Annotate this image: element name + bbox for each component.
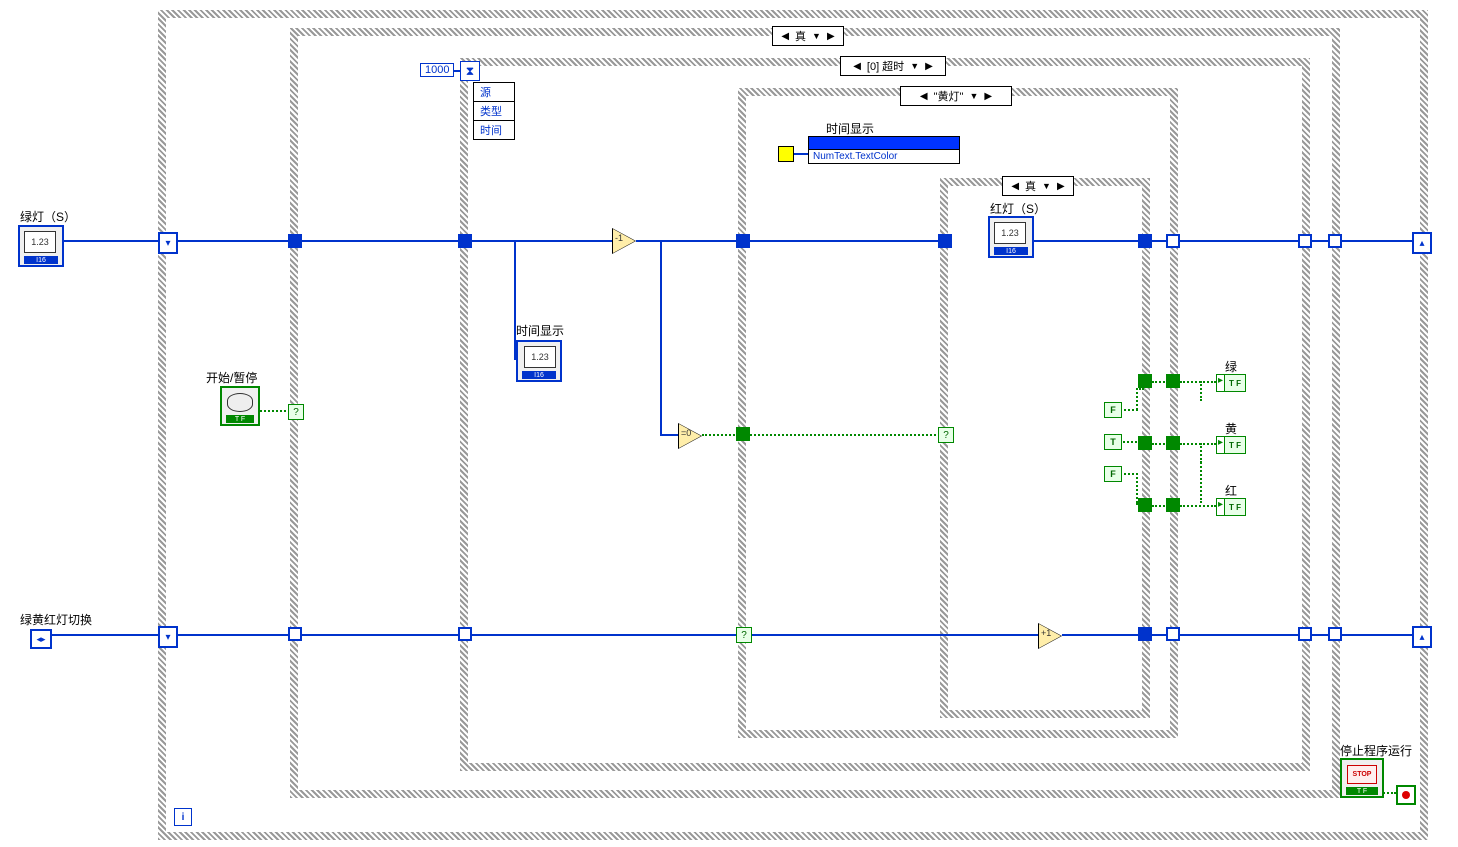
- label-stop: 停止程序运行: [1340, 742, 1412, 759]
- constant-1000: 1000: [420, 63, 454, 77]
- control-switch-terminal[interactable]: ◂▸: [30, 629, 52, 649]
- control-start-pause[interactable]: T F: [220, 386, 260, 426]
- indicator-green[interactable]: T F: [1216, 374, 1246, 392]
- property-numtext-textcolor: NumText.TextColor: [809, 149, 959, 163]
- shift-reg-top-left: ▾: [158, 232, 178, 254]
- event-data-row-source: 源: [474, 83, 514, 102]
- label-time-display-prop: 时间显示: [826, 120, 874, 137]
- case-string-selector-text: "黄灯": [934, 88, 964, 104]
- case-inner-selector[interactable]: ◀真▼▶: [1002, 176, 1074, 196]
- selector-terminal-outer: ?: [288, 404, 304, 420]
- tunnel-string-top-l: [736, 234, 750, 248]
- tunnel-inner-top-r: [1138, 234, 1152, 248]
- tunnel-string-bool-1: [1166, 374, 1180, 388]
- label-yellow-ind: 黄: [1225, 420, 1237, 437]
- case-outer-selector[interactable]: ◀真▼▶: [772, 26, 844, 46]
- tunnel-outer-top-r: [1328, 234, 1342, 248]
- decrement-text: -1: [615, 233, 623, 243]
- event-selector-text: [0] 超时: [867, 58, 904, 74]
- indicator-yellow[interactable]: T F: [1216, 436, 1246, 454]
- tunnel-string-bool-2: [1166, 436, 1180, 450]
- tunnel-event-bot-l: [458, 627, 472, 641]
- property-node: NumText.TextColor: [808, 136, 960, 164]
- label-start-pause: 开始/暂停: [206, 369, 257, 386]
- shift-reg-bot-left: ▾: [158, 626, 178, 648]
- label-green-s: 绿灯（S）: [20, 208, 76, 225]
- tunnel-outer-top-l: [288, 234, 302, 248]
- event-data-node: 源 类型 时间: [473, 82, 515, 140]
- bool-const-F2: F: [1104, 466, 1122, 482]
- tunnel-string-bot-r: [1166, 627, 1180, 641]
- tunnel-inner-bot-r: [1138, 627, 1152, 641]
- tunnel-inner-bool-2: [1138, 436, 1152, 450]
- tunnel-outer-bot-r: [1328, 627, 1342, 641]
- control-green-s[interactable]: 1.23 I16: [18, 225, 64, 267]
- event-data-row-time: 时间: [474, 121, 514, 139]
- selector-terminal-inner: ?: [938, 427, 954, 443]
- tunnel-event-top-r: [1298, 234, 1312, 248]
- case-string-selector[interactable]: ◀"黄灯"▼▶: [900, 86, 1012, 106]
- control-red-s[interactable]: 1.23 I16: [988, 216, 1034, 258]
- timer-node: ⧗: [460, 61, 480, 81]
- event-data-row-type: 类型: [474, 102, 514, 121]
- increment-text: +1: [1041, 628, 1051, 638]
- shift-reg-top-right: ▴: [1412, 232, 1432, 254]
- indicator-red[interactable]: T F: [1216, 498, 1246, 516]
- event-selector[interactable]: ◀[0] 超时▼▶: [840, 56, 946, 76]
- tunnel-inner-bool-1: [1138, 374, 1152, 388]
- control-stop[interactable]: STOP T F: [1340, 758, 1384, 798]
- tunnel-event-top-l: [458, 234, 472, 248]
- tunnel-event-bot-r: [1298, 627, 1312, 641]
- case-inner-selector-text: 真: [1025, 178, 1036, 194]
- tunnel-string-top-r: [1166, 234, 1180, 248]
- color-constant-yellow: [778, 146, 794, 162]
- loop-stop-terminal: [1396, 785, 1416, 805]
- label-green-ind: 绿: [1225, 358, 1237, 375]
- label-switch: 绿黄红灯切换: [20, 611, 92, 628]
- label-time-display: 时间显示: [516, 322, 564, 339]
- selector-terminal-string: ?: [736, 627, 752, 643]
- bool-const-F1: F: [1104, 402, 1122, 418]
- shift-reg-bot-right: ▴: [1412, 626, 1432, 648]
- tunnel-string-bool-in: [736, 427, 750, 441]
- equal-zero-text: =0: [681, 428, 691, 438]
- indicator-time-display[interactable]: 1.23 I16: [516, 340, 562, 382]
- tunnel-inner-top-l: [938, 234, 952, 248]
- tunnel-outer-bot-l: [288, 627, 302, 641]
- tunnel-inner-bool-3: [1138, 498, 1152, 512]
- label-red-ind: 红: [1225, 482, 1237, 499]
- label-red-s: 红灯（S）: [990, 200, 1046, 217]
- iteration-terminal: i: [174, 808, 192, 826]
- case-outer-selector-text: 真: [795, 28, 806, 44]
- bool-const-T: T: [1104, 434, 1122, 450]
- tunnel-string-bool-3: [1166, 498, 1180, 512]
